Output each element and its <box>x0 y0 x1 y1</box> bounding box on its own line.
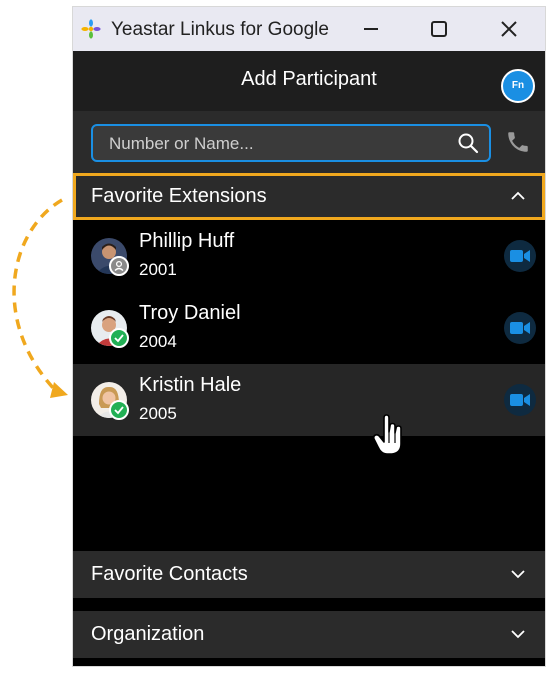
phone-icon[interactable] <box>505 129 531 155</box>
contact-extension: 2004 <box>139 332 177 351</box>
section-label: Favorite Extensions <box>91 185 267 207</box>
minimize-icon[interactable] <box>359 17 383 41</box>
section-favorite-extensions[interactable]: Favorite Extensions <box>73 173 545 220</box>
page-header: Add Participant Fn <box>73 51 545 111</box>
video-call-button[interactable] <box>504 312 536 344</box>
title-bar: Yeastar Linkus for Google <box>73 7 545 51</box>
contact-name: Kristin Hale <box>139 374 242 396</box>
user-avatar[interactable]: Fn <box>501 69 535 103</box>
window-title: Yeastar Linkus for Google <box>111 19 329 40</box>
chevron-down-icon[interactable] <box>509 565 527 583</box>
chevron-down-icon[interactable] <box>509 625 527 643</box>
app-logo-icon <box>81 19 101 39</box>
contact-row[interactable]: Kristin Hale 2005 <box>73 364 545 436</box>
section-label: Organization <box>91 623 205 645</box>
contact-row[interactable]: Troy Daniel 2004 <box>73 292 545 364</box>
close-icon[interactable] <box>497 17 521 41</box>
video-camera-icon <box>510 394 530 406</box>
contact-name: Phillip Huff <box>139 230 235 252</box>
status-badge <box>109 256 129 276</box>
search-input[interactable] <box>107 126 451 162</box>
app-window: Yeastar Linkus for Google Add Participan… <box>72 6 546 667</box>
section-organization[interactable]: Organization <box>73 611 545 658</box>
search-bar <box>73 111 545 173</box>
status-badge <box>109 328 129 348</box>
status-badge <box>109 400 129 420</box>
annotation-arrow <box>12 198 68 398</box>
search-icon[interactable] <box>457 132 479 154</box>
maximize-icon[interactable] <box>427 17 451 41</box>
contact-row[interactable]: Phillip Huff 2001 <box>73 220 545 292</box>
section-favorite-contacts[interactable]: Favorite Contacts <box>73 551 545 598</box>
contact-extension: 2005 <box>139 404 177 423</box>
contact-extension: 2001 <box>139 260 177 279</box>
chevron-up-icon[interactable] <box>509 187 527 205</box>
video-call-button[interactable] <box>504 240 536 272</box>
page-title: Add Participant <box>241 68 377 90</box>
contact-name: Troy Daniel <box>139 302 241 324</box>
video-camera-icon <box>510 250 530 262</box>
search-box[interactable] <box>91 124 491 162</box>
hand-cursor-icon <box>372 414 402 455</box>
section-label: Favorite Contacts <box>91 563 248 585</box>
video-camera-icon <box>510 322 530 334</box>
video-call-button[interactable] <box>504 384 536 416</box>
